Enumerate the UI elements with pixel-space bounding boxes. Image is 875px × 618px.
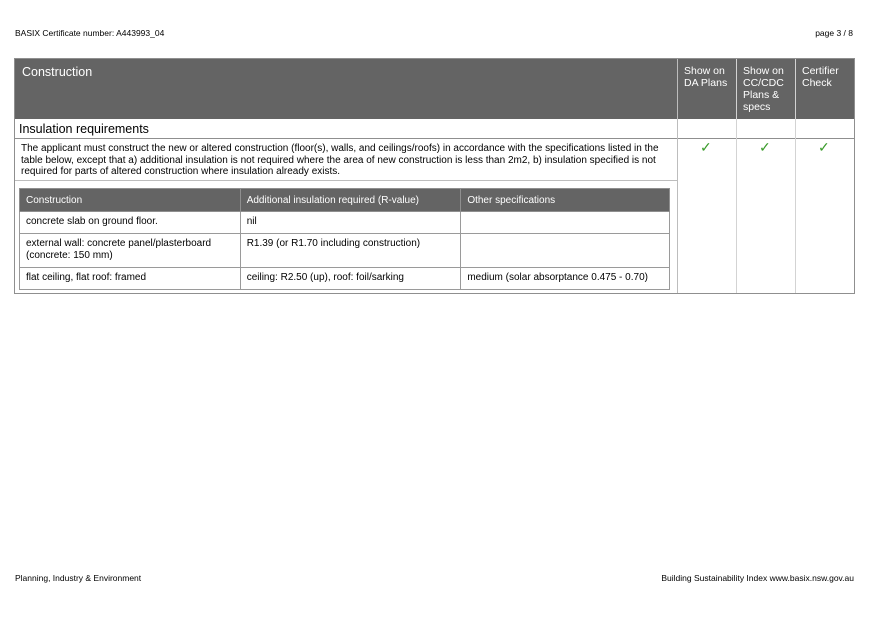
- table-cell: nil: [239, 211, 462, 234]
- table-header-other-specs: Other specifications: [460, 188, 670, 212]
- description-divider: [15, 180, 677, 181]
- table-row: concrete slab on ground floor. nil: [19, 211, 670, 234]
- table-cell: medium (solar absorptance 0.475 - 0.70): [460, 267, 670, 290]
- footer-department: Planning, Industry & Environment: [15, 573, 142, 583]
- insulation-requirements-row: Insulation requirements: [15, 119, 854, 139]
- check-icon: ✓: [818, 139, 830, 155]
- table-cell: [460, 233, 670, 268]
- table-header-r-value: Additional insulation required (R-value): [239, 188, 462, 212]
- section-header-bar: Construction Show on DA Plans Show on CC…: [15, 59, 854, 119]
- check-icon: ✓: [700, 139, 712, 155]
- table-cell: ceiling: R2.50 (up), roof: foil/sarking: [239, 267, 462, 290]
- table-row: external wall: concrete panel/plasterboa…: [19, 233, 670, 268]
- table-cell: [460, 211, 670, 234]
- requirement-text: The applicant must construct the new or …: [21, 143, 659, 178]
- section-title: Construction: [22, 65, 93, 79]
- table-header-row: Construction Additional insulation requi…: [19, 188, 670, 212]
- table-header-construction: Construction: [19, 188, 241, 212]
- certificate-number: BASIX Certificate number: A443993_04: [15, 28, 165, 38]
- table-cell: R1.39 (or R1.70 including construction): [239, 233, 462, 268]
- column-divider: [736, 59, 737, 293]
- construction-section: Construction Show on DA Plans Show on CC…: [14, 58, 855, 294]
- column-header-certifier-check: Certifier Check: [802, 65, 839, 89]
- footer-website: Building Sustainability Index www.basix.…: [661, 573, 854, 583]
- subsection-title: Insulation requirements: [19, 122, 149, 136]
- table-row: flat ceiling, flat roof: framed ceiling:…: [19, 267, 670, 290]
- table-cell: concrete slab on ground floor.: [19, 211, 241, 234]
- insulation-table: Construction Additional insulation requi…: [19, 188, 670, 290]
- table-cell: flat ceiling, flat roof: framed: [19, 267, 241, 290]
- column-divider: [795, 59, 796, 293]
- table-cell: external wall: concrete panel/plasterboa…: [19, 233, 241, 268]
- page-number: page 3 / 8: [815, 28, 853, 38]
- check-icon: ✓: [759, 139, 771, 155]
- column-header-cc-cdc-plans: Show on CC/CDC Plans & specs: [743, 65, 784, 113]
- column-divider: [677, 59, 678, 293]
- column-header-da-plans: Show on DA Plans: [684, 65, 728, 89]
